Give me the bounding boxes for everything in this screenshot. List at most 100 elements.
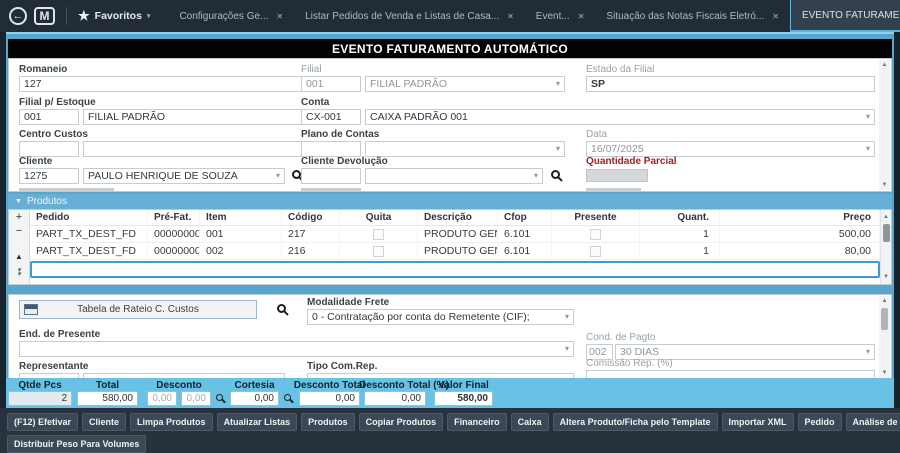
quita-checkbox[interactable] [373,246,384,257]
desconto-total-pct-label: Desconto Total (%) [359,380,431,391]
cell-item: 002 [200,243,282,259]
row-remove-button[interactable]: − [12,224,27,238]
cortesia-input[interactable]: 0,00 [230,391,279,406]
action-button-bar: (F12) Efetivar Cliente Limpa Produtos At… [0,408,900,453]
efetivar-button[interactable]: (F12) Efetivar [7,413,78,431]
top-bar: ← M ★ Favoritos ▾ Configurações Ge... ✕ … [0,0,900,32]
rateio-search-icon[interactable] [277,304,286,313]
chevron-down-icon: ▾ [553,80,560,88]
col-quita[interactable]: Quita [340,210,418,225]
altera-produto-template-button[interactable]: Altera Produto/Ficha pelo Template [553,413,718,431]
back-button[interactable]: ← [9,7,27,25]
grid-scrollbar[interactable]: ▲ ▼ [880,210,891,284]
rateio-custos-button[interactable]: Tabela de Rateio C. Custos [19,300,257,319]
scroll-down-icon[interactable]: ▼ [882,368,888,378]
close-icon[interactable]: ✕ [578,12,585,21]
cliente-search-icon[interactable] [292,170,301,179]
col-codigo[interactable]: Código [282,210,340,225]
row-move-up-button[interactable]: ▲ [12,250,27,264]
cliente-select[interactable]: PAULO HENRIQUE DE SOUZA ▾ [83,168,285,184]
totals-bar: Qtde Pcs 2 Total 580,00 Desconto 0,00 0,… [6,378,894,408]
tab-configuracoes[interactable]: Configurações Ge... ✕ [168,0,294,32]
cortesia-search-icon[interactable] [284,394,291,401]
col-quant[interactable]: Quant. [640,210,720,225]
product-row[interactable]: PART_TX_DEST_FD 0000000036 001 217 PRODU… [30,226,880,243]
close-icon[interactable]: ✕ [276,12,283,21]
details-panel: Tabela de Rateio C. Custos Modalidade Fr… [8,294,892,380]
filial-estoque-code-input[interactable]: 001 [19,109,79,125]
centro-custos-code-input[interactable] [19,141,79,157]
scroll-down-icon[interactable]: ▼ [882,180,888,190]
importar-xml-button[interactable]: Importar XML [722,413,794,431]
tab-event[interactable]: Event... ✕ [525,0,596,32]
col-pre-fat[interactable]: Pré-Fat. [148,210,200,225]
filial-code-input[interactable]: 001 [301,76,361,92]
col-descricao[interactable]: Descrição [418,210,498,225]
financeiro-button[interactable]: Financeiro [447,413,507,431]
cell-quita [340,243,418,259]
desconto-input-2[interactable]: 0,00 [181,391,211,406]
close-icon[interactable]: ✕ [507,12,514,21]
tab-listar-pedidos[interactable]: Listar Pedidos de Venda e Listas de Casa… [294,0,525,32]
section-caret-icon: ▼ [15,198,22,205]
scroll-thumb[interactable] [883,224,890,242]
form-scrollbar[interactable]: ▲ ▼ [879,60,890,190]
presente-checkbox[interactable] [590,229,601,240]
conta-code-input[interactable]: CX-001 [301,109,361,125]
quita-checkbox[interactable] [373,229,384,240]
quantidade-parcial-label: Quantidade Parcial [586,156,677,167]
row-add-button[interactable]: + [12,210,27,224]
distribuir-peso-button[interactable]: Distribuir Peso Para Volumes [7,435,146,453]
scroll-up-icon[interactable]: ▲ [882,296,888,306]
plano-contas-code-input[interactable] [301,141,361,157]
favorites-button[interactable]: ★ Favoritos ▾ [78,8,150,24]
action-row-2: Distribuir Peso Para Volumes [7,435,893,453]
chevron-down-icon: ▾ [863,113,870,121]
limpa-produtos-button[interactable]: Limpa Produtos [130,413,213,431]
cliente-button[interactable]: Cliente [82,413,126,431]
cliente-code-input[interactable]: 1275 [19,168,79,184]
close-icon[interactable]: ✕ [772,12,779,21]
desconto-input-1[interactable]: 0,00 [147,391,177,406]
cell-cfop: 6.101 [498,226,552,242]
atualizar-listas-button[interactable]: Atualizar Listas [217,413,298,431]
tab-evento-faturamento-active[interactable]: EVENTO FATURAMENTO AUTOMÁ... ✕ [790,0,900,32]
scroll-up-icon[interactable]: ▲ [882,60,888,70]
pedido-button[interactable]: Pedido [798,413,842,431]
details-scrollbar[interactable]: ▲ ▼ [879,296,890,378]
scroll-down-icon[interactable]: ▼ [883,272,889,282]
produtos-button[interactable]: Produtos [301,413,355,431]
product-row-new-selected[interactable] [30,261,880,278]
tab-situacao-nfe[interactable]: Situação das Notas Fiscais Eletró... ✕ [595,0,790,32]
col-pedido[interactable]: Pedido [30,210,148,225]
filial-select[interactable]: FILIAL PADRÃO ▾ [365,76,565,92]
data-select[interactable]: 16/07/2025 ▾ [586,141,875,157]
presente-checkbox[interactable] [590,246,601,257]
copiar-produtos-button[interactable]: Copiar Produtos [359,413,444,431]
scroll-thumb[interactable] [881,308,888,330]
scroll-up-icon[interactable]: ▲ [883,212,889,222]
workspace: EVENTO FATURAMENTO AUTOMÁTICO Romaneio 1… [6,32,894,378]
chevron-down-icon: ▾ [531,172,538,180]
cliente-devolucao-search-icon[interactable] [551,170,560,179]
app-logo[interactable]: M [34,7,55,25]
end-presente-select[interactable]: ▾ [19,341,574,357]
caixa-button[interactable]: Caixa [511,413,549,431]
estado-filial-input[interactable]: SP [586,76,875,92]
col-cfop[interactable]: Cfop [498,210,552,225]
produtos-section-header[interactable]: ▼ Produtos [8,194,892,209]
col-presente[interactable]: Presente [552,210,640,225]
cliente-devolucao-select[interactable]: ▾ [365,168,543,184]
analise-credito-button[interactable]: Análise de Crédito [846,413,900,431]
estado-filial-label: Estado da Filial [586,64,654,75]
topbar-divider [66,7,67,25]
col-preco[interactable]: Preço [720,210,880,225]
conta-select[interactable]: CAIXA PADRÃO 001 ▾ [365,109,875,125]
modalidade-frete-select[interactable]: 0 - Contratação por conta do Remetente (… [307,309,574,325]
row-jump-down-button[interactable]: ▾▾ [12,266,27,280]
desconto-search-icon[interactable] [216,394,223,401]
product-row[interactable]: PART_TX_DEST_FD 0000000036 002 216 PRODU… [30,243,880,260]
col-item[interactable]: Item [200,210,282,225]
plano-contas-select[interactable]: ▾ [365,141,565,157]
cliente-devolucao-code-input[interactable] [301,168,361,184]
